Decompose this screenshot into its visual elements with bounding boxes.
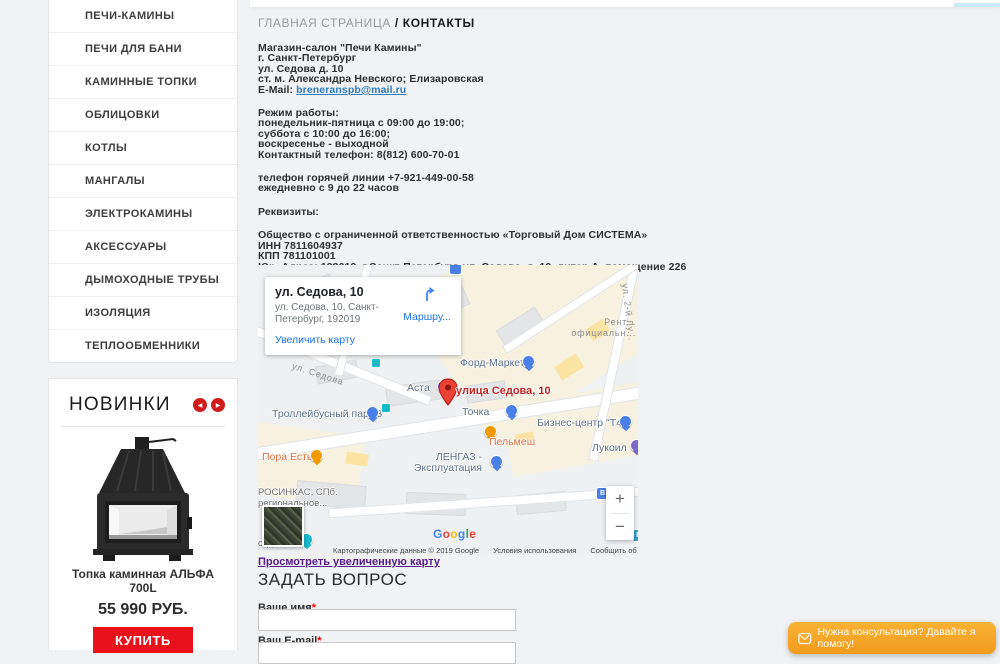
metro-station-icon[interactable] [449,265,462,275]
envelope-icon [798,632,812,645]
poi-business-center: Бизнес-центр "Т4" [537,417,626,429]
top-banner-strip [250,0,1000,7]
enlarge-map-link[interactable]: Увеличить карту [275,334,401,346]
sidebar-item[interactable]: ЭЛЕКТРОКАМИНЫ [49,198,237,231]
satellite-view-thumbnail[interactable] [262,505,304,547]
requisites-title: Реквизиты: [258,207,658,217]
info-window-title: ул. Седова, 10 [275,285,401,299]
carousel-next-button[interactable]: ▶ [211,398,225,412]
name-input[interactable] [258,609,516,631]
map-attribution: Картографические данные © 2019 Google Ус… [333,546,638,555]
email-link[interactable]: breneranspb@mail.ru [296,84,406,96]
sidebar-item[interactable]: ПЕЧИ ДЛЯ БАНИ [49,33,237,66]
schedule-line: Контактный телефон: 8(812) 600-70-01 [258,150,658,160]
poi-lukoil: Лукоил [592,442,627,454]
buy-button[interactable]: КУПИТЬ [93,627,193,653]
google-logo-letter: o [450,527,458,541]
breadcrumb-separator: / [391,16,403,30]
directions-label: Маршру... [401,311,453,323]
sidebar-item[interactable]: ИЗОЛЯЦИЯ [49,297,237,330]
main-pin-label: улица Седова, 10 [456,385,551,397]
google-logo-letter: e [469,527,476,541]
google-logo-letter: G [433,527,443,541]
chat-widget-button[interactable]: Нужна консультация? Давайте я помогу! [788,622,996,654]
directions-icon [418,285,436,303]
poi-ford-market: Форд-Маркет [460,357,525,369]
sidebar-item[interactable]: КОТЛЫ [49,132,237,165]
sidebar-item[interactable]: МАНГАЛЫ [49,165,237,198]
breadcrumb: ГЛАВНАЯ СТРАНИЦА / КОНТАКТЫ [258,16,658,30]
google-logo[interactable]: Google [433,527,476,541]
directions-button[interactable]: Маршру... [401,285,453,346]
zoom-out-button[interactable]: − [606,514,634,541]
view-larger-map-link[interactable]: Просмотреть увеличенную карту [258,556,440,568]
main-content: ГЛАВНАЯ СТРАНИЦА / КОНТАКТЫ Магазин-сало… [258,8,658,303]
novelties-widget: НОВИНКИ ◀ ▶ Топка каминная АЛЬФА 700L 55… [48,378,238,650]
product-price: 55 990 РУБ. [49,601,237,619]
novelties-title: НОВИНКИ [69,394,171,416]
sidebar-item[interactable]: КАМИННЫЕ ТОПКИ [49,66,237,99]
poi-lengaz-line2: Эксплуатация [402,462,482,474]
map-data-copyright: Картографические данные © 2019 Google [333,546,479,555]
poi-marker[interactable] [310,449,323,462]
schedule-block: Режим работы:понедельник-пятница с 09:00… [258,108,658,160]
hotline-block: телефон горячей линии +7-921-449-00-58еж… [258,173,658,194]
carousel-prev-button[interactable]: ◀ [193,398,207,412]
main-map-pin-icon[interactable] [438,378,458,406]
poi-rent-line1: Рент... [560,317,636,327]
poi-marker[interactable] [630,439,638,452]
poi-pora-est: Пора Есть [262,451,312,463]
fireplace-illustration [83,435,203,563]
poi-marker[interactable] [366,406,379,419]
top-banner-accent [954,3,1000,7]
breadcrumb-home-link[interactable]: ГЛАВНАЯ СТРАНИЦА [258,16,391,30]
sidebar-item[interactable]: ПЕЧИ-КАМИНЫ [49,0,237,33]
map-zoom-control: + − [606,486,634,540]
sidebar-item[interactable]: ТЕПЛООБМЕННИКИ [49,330,237,362]
poi-pelmesh: Пельмеш [489,436,535,448]
question-form-title: ЗАДАТЬ ВОПРОС [258,570,407,590]
poi-rent-line2: официальн... [556,328,636,338]
product-image [49,435,237,563]
google-logo-letter: g [458,527,466,541]
breadcrumb-current: КОНТАКТЫ [403,16,475,30]
hotline-line: ежедневно с 9 до 22 часов [258,183,658,193]
poi-marker[interactable] [490,455,503,468]
map-road [328,486,638,519]
email-line: E-Mail: breneranspb@mail.ru [258,85,658,95]
store-address-block: Магазин-салон "Печи Камины"г. Санкт-Пете… [258,43,658,85]
poi-tochka: Точка [462,406,489,418]
poi-marker[interactable] [522,355,535,368]
catalog-menu: ПЕЧИ-КАМИНЫПЕЧИ ДЛЯ БАНИКАМИННЫЕ ТОПКИОБ… [48,0,238,363]
sidebar-item[interactable]: АКСЕССУАРЫ [49,231,237,264]
poi-marker[interactable] [619,415,632,428]
report-error-link[interactable]: Сообщить об ошибке на карте [590,546,638,555]
chat-widget-label: Нужна консультация? Давайте я помогу! [818,626,996,650]
divider [61,426,225,427]
zoom-in-button[interactable]: + [606,486,634,513]
email-input[interactable] [258,642,516,664]
transit-stop-icon[interactable] [381,403,391,413]
terms-link[interactable]: Условия использования [493,546,576,555]
transit-stop-icon[interactable] [371,358,381,368]
poi-marker[interactable] [505,404,518,417]
poi-asta: Аста [407,382,430,394]
sidebar-item[interactable]: ДЫМОХОДНЫЕ ТРУБЫ [49,264,237,297]
requisites-line: КПП 781101001 [258,251,658,261]
sidebar-item[interactable]: ОБЛИЦОВКИ [49,99,237,132]
email-label: E-Mail: [258,84,296,96]
product-name[interactable]: Топка каминная АЛЬФА 700L [68,567,218,595]
google-map[interactable]: ул. Седова ул. 2-й Лу... Рент... официал… [258,265,638,555]
map-info-window: ул. Седова, 10 ул. Седова, 10, Санкт-Пет… [265,277,461,355]
info-window-address: ул. Седова, 10, Санкт-Петербург, 192019 [275,302,393,326]
